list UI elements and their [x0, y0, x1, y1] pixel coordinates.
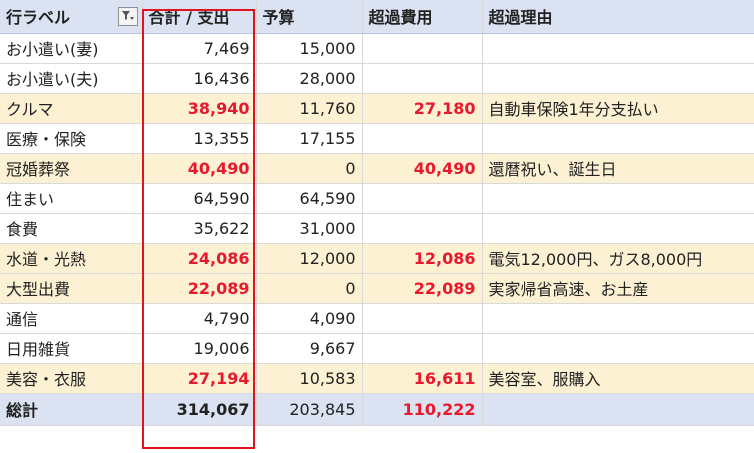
expense-cell[interactable]: 13,355 [142, 123, 257, 154]
over-reason-cell[interactable] [482, 123, 754, 154]
over-reason-cell[interactable] [482, 213, 754, 244]
category-cell[interactable]: 冠婚葬祭 [0, 153, 143, 184]
category-cell[interactable]: 通信 [0, 303, 143, 334]
row-label-header: 行ラベル [0, 0, 143, 34]
table-row: お小遣い(夫) 16,436 28,000 [0, 63, 754, 94]
expense-cell[interactable]: 38,940 [142, 93, 257, 124]
category-cell[interactable]: 美容・衣服 [0, 363, 143, 394]
over-reason-header[interactable]: 超過理由 [482, 0, 754, 34]
total-over-cell[interactable]: 110,222 [362, 392, 483, 426]
over-reason-cell[interactable] [482, 183, 754, 214]
over-reason-cell[interactable] [482, 63, 754, 94]
over-reason-cell[interactable] [482, 333, 754, 364]
expense-cell[interactable]: 64,590 [142, 183, 257, 214]
over-reason-cell[interactable] [482, 303, 754, 334]
budget-cell[interactable]: 17,155 [256, 123, 363, 154]
expense-cell[interactable]: 40,490 [142, 153, 257, 184]
budget-cell[interactable]: 31,000 [256, 213, 363, 244]
table-row: 大型出費 22,089 0 22,089 実家帰省高速、お土産 [0, 273, 754, 304]
table-row: お小遣い(妻) 7,469 15,000 [0, 33, 754, 64]
total-expense-cell[interactable]: 314,067 [142, 392, 257, 426]
expense-cell[interactable]: 24,086 [142, 243, 257, 274]
budget-cell[interactable]: 12,000 [256, 243, 363, 274]
over-reason-cell[interactable]: 実家帰省高速、お土産 [482, 273, 754, 304]
over-cost-cell[interactable] [362, 33, 483, 64]
over-cost-cell[interactable]: 22,089 [362, 273, 483, 304]
over-cost-cell[interactable]: 27,180 [362, 93, 483, 124]
over-cost-cell[interactable] [362, 333, 483, 364]
expense-cell[interactable]: 4,790 [142, 303, 257, 334]
grand-total-row: 総計 314,067 203,845 110,222 [0, 392, 754, 426]
total-reason-cell[interactable] [482, 392, 754, 426]
category-cell[interactable]: 大型出費 [0, 273, 143, 304]
table-row: 食費 35,622 31,000 [0, 213, 754, 244]
over-reason-cell[interactable]: 還暦祝い、誕生日 [482, 153, 754, 184]
total-expense-header[interactable]: 合計 / 支出 [142, 0, 257, 34]
category-cell[interactable]: 日用雑貨 [0, 333, 143, 364]
total-label-cell[interactable]: 総計 [0, 392, 143, 426]
budget-cell[interactable]: 9,667 [256, 333, 363, 364]
table-row: クルマ 38,940 11,760 27,180 自動車保険1年分支払い [0, 93, 754, 124]
category-cell[interactable]: 水道・光熱 [0, 243, 143, 274]
over-reason-cell[interactable]: 電気12,000円、ガス8,000円 [482, 243, 754, 274]
budget-cell[interactable]: 11,760 [256, 93, 363, 124]
table-row: 住まい 64,590 64,590 [0, 183, 754, 214]
category-cell[interactable]: お小遣い(夫) [0, 63, 143, 94]
table-row: 冠婚葬祭 40,490 0 40,490 還暦祝い、誕生日 [0, 153, 754, 184]
expense-cell[interactable]: 19,006 [142, 333, 257, 364]
over-reason-cell[interactable]: 美容室、服購入 [482, 363, 754, 394]
expense-cell[interactable]: 7,469 [142, 33, 257, 64]
category-cell[interactable]: 食費 [0, 213, 143, 244]
budget-cell[interactable]: 0 [256, 273, 363, 304]
over-cost-cell[interactable] [362, 123, 483, 154]
filter-icon [121, 11, 134, 21]
over-reason-cell[interactable] [482, 33, 754, 64]
expense-cell[interactable]: 16,436 [142, 63, 257, 94]
budget-cell[interactable]: 28,000 [256, 63, 363, 94]
filter-dropdown-button[interactable] [117, 6, 138, 26]
expense-cell[interactable]: 22,089 [142, 273, 257, 304]
over-cost-cell[interactable] [362, 183, 483, 214]
category-cell[interactable]: クルマ [0, 93, 143, 124]
budget-cell[interactable]: 4,090 [256, 303, 363, 334]
budget-cell[interactable]: 10,583 [256, 363, 363, 394]
budget-header[interactable]: 予算 [256, 0, 363, 34]
over-cost-cell[interactable] [362, 213, 483, 244]
table-row: 日用雑貨 19,006 9,667 [0, 333, 754, 364]
budget-cell[interactable]: 0 [256, 153, 363, 184]
pivot-table: 行ラベル 合計 / 支出 予算 超過費用 超過理由 お小遣い(妻) 7,469 15… [0, 0, 754, 426]
category-cell[interactable]: 医療・保険 [0, 123, 143, 154]
budget-cell[interactable]: 64,590 [256, 183, 363, 214]
expense-cell[interactable]: 35,622 [142, 213, 257, 244]
expense-cell[interactable]: 27,194 [142, 363, 257, 394]
over-cost-cell[interactable]: 16,611 [362, 363, 483, 394]
header-row: 行ラベル 合計 / 支出 予算 超過費用 超過理由 [0, 0, 754, 34]
category-cell[interactable]: お小遣い(妻) [0, 33, 143, 64]
total-budget-cell[interactable]: 203,845 [256, 392, 363, 426]
over-cost-cell[interactable]: 12,086 [362, 243, 483, 274]
row-label-header-text: 行ラベル [6, 8, 71, 28]
over-cost-cell[interactable]: 40,490 [362, 153, 483, 184]
over-cost-cell[interactable] [362, 63, 483, 94]
table-row: 水道・光熱 24,086 12,000 12,086 電気12,000円、ガス8,000… [0, 243, 754, 274]
budget-cell[interactable]: 15,000 [256, 33, 363, 64]
table-row: 医療・保険 13,355 17,155 [0, 123, 754, 154]
over-reason-cell[interactable]: 自動車保険1年分支払い [482, 93, 754, 124]
category-cell[interactable]: 住まい [0, 183, 143, 214]
table-row: 美容・衣服 27,194 10,583 16,611 美容室、服購入 [0, 363, 754, 394]
table-body: お小遣い(妻) 7,469 15,000 お小遣い(夫) 16,436 28,000 クルマ… [0, 33, 754, 394]
table-row: 通信 4,790 4,090 [0, 303, 754, 334]
over-cost-header[interactable]: 超過費用 [362, 0, 483, 34]
over-cost-cell[interactable] [362, 303, 483, 334]
